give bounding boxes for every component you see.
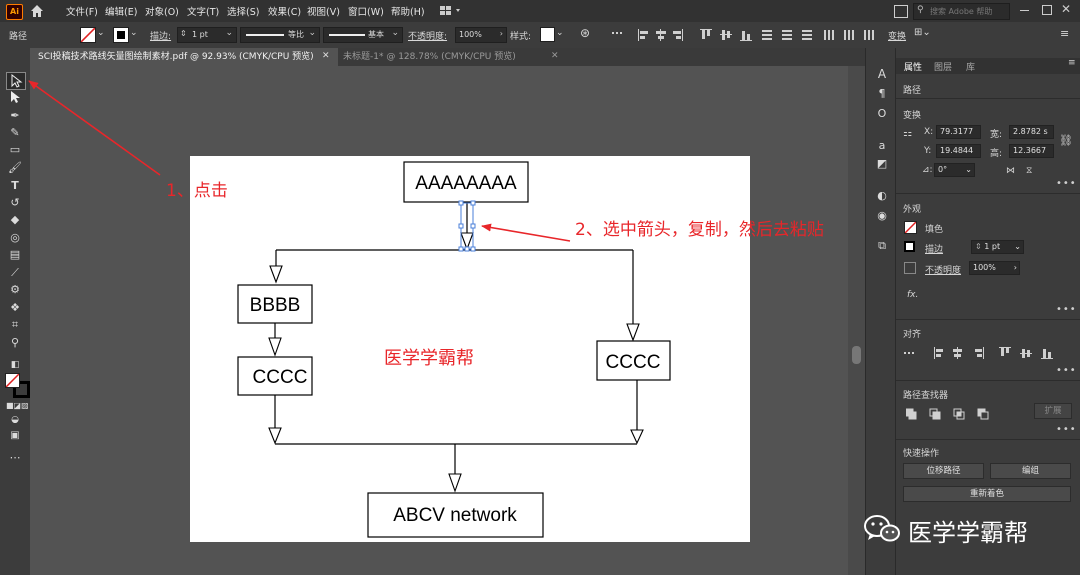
x-input[interactable]: 79.3177 <box>936 125 981 139</box>
annotation-arrow-2 <box>481 223 571 242</box>
stroke-label-panel[interactable]: 描边 <box>925 242 943 255</box>
y-label: Y: <box>924 146 932 156</box>
constrain-proportions-icon[interactable]: ⛓ <box>1059 134 1073 147</box>
y-input[interactable]: 19.4844 <box>936 144 981 158</box>
flip-horizontal-icon[interactable]: ⋈ <box>1006 166 1015 176</box>
recolor-button[interactable]: 重新着色 <box>903 486 1071 502</box>
gradient-panel-icon[interactable]: ◐ <box>873 188 891 204</box>
top-box-text: AAAAAAAA <box>415 173 517 194</box>
annotation-step-2: 2、选中箭头，复制，然后去粘贴 <box>575 220 824 240</box>
path-label: 路径 <box>903 86 922 96</box>
vertical-scrollbar[interactable] <box>848 66 865 575</box>
pathfinder-more-icon[interactable]: ••• <box>1056 424 1077 435</box>
transform-title: 变换 <box>903 111 922 121</box>
opentype-panel-icon[interactable]: O <box>873 106 891 122</box>
panel-icon-strip: A ¶ O a ◩ ◐ ◉ ⧉ <box>865 48 896 575</box>
opacity-panel-input[interactable]: 100% › <box>969 261 1020 275</box>
scroll-thumb[interactable] <box>852 346 861 364</box>
fill-swatch-panel[interactable] <box>904 221 917 234</box>
align-title: 对齐 <box>903 330 922 340</box>
properties-panel: 属性 图层 库 ≡ 路径 变换 ⚏ X: 79.3177 宽: 2.8782 s… <box>895 48 1080 575</box>
left-box-1-text: BBBB <box>250 295 301 316</box>
center-label: 医学学霸帮 <box>384 348 474 369</box>
pathfinder-title: 路径查找器 <box>903 391 949 401</box>
wechat-icon <box>864 515 900 542</box>
arrowhead[interactable] <box>268 427 282 445</box>
bottom-box-text: ABCV network <box>393 505 517 526</box>
transform-more-icon[interactable]: ••• <box>1056 178 1077 189</box>
selected-arrow[interactable] <box>458 200 476 252</box>
x-label: X: <box>924 127 934 137</box>
stroke-swatch-panel[interactable] <box>904 241 915 252</box>
right-box-text: CCCC <box>606 352 661 373</box>
layers-panel-icon[interactable]: ⧉ <box>873 238 891 254</box>
reference-point-icon[interactable]: ⚏ <box>903 128 912 139</box>
panel-tabbar <box>896 58 1080 74</box>
paragraph-panel-icon[interactable]: ¶ <box>873 86 891 102</box>
annotation-arrow-1 <box>28 80 161 176</box>
appearance-more-icon[interactable]: ••• <box>1056 304 1077 315</box>
annotation-step-1: 1、点击 <box>166 181 228 201</box>
glyphs-panel-icon[interactable]: a <box>873 138 891 154</box>
watermark: 医学学霸帮 <box>862 510 1062 547</box>
opacity-swatch-icon[interactable] <box>904 262 916 274</box>
arrowhead[interactable] <box>630 429 644 445</box>
appearance-title: 外观 <box>903 205 922 215</box>
fx-icon[interactable]: fx. <box>907 290 918 300</box>
pathfinder-buttons[interactable] <box>905 408 996 420</box>
arrowhead[interactable] <box>626 323 640 342</box>
h-label: 高: <box>990 149 1003 159</box>
transparency-panel-icon[interactable]: ◩ <box>873 156 891 172</box>
tab-libraries[interactable]: 库 <box>966 60 975 73</box>
opacity-label-panel[interactable]: 不透明度 <box>925 263 961 276</box>
height-input[interactable]: 12.3667 <box>1009 144 1054 158</box>
watermark-text: 医学学霸帮 <box>908 519 1028 547</box>
arrowhead[interactable] <box>269 265 283 284</box>
stroke-weight-panel-input[interactable]: ⇕ 1 pt ⌄ <box>971 240 1024 254</box>
offset-path-button[interactable]: 位移路径 <box>903 463 984 479</box>
quick-actions-title: 快速操作 <box>903 449 940 459</box>
tab-properties[interactable]: 属性 <box>904 60 922 73</box>
align-more-icon[interactable]: ••• <box>1056 365 1077 376</box>
group-button[interactable]: 编组 <box>990 463 1071 479</box>
expand-button[interactable]: 扩展 <box>1034 403 1072 419</box>
flip-vertical-icon[interactable]: ⧖ <box>1026 166 1032 176</box>
width-input[interactable]: 2.8782 s <box>1009 125 1054 139</box>
w-label: 宽: <box>990 130 1003 140</box>
angle-input[interactable]: 0° ⌄ <box>934 163 975 177</box>
left-box-2-text: CCCC <box>253 367 308 388</box>
fill-label: 填色 <box>925 225 944 235</box>
angle-label: ⊿: <box>922 165 933 175</box>
panel-menu-icon[interactable]: ≡ <box>1068 58 1076 68</box>
tab-layers[interactable]: 图层 <box>934 60 952 73</box>
align-buttons-panel[interactable] <box>904 347 1064 359</box>
character-panel-icon[interactable]: A <box>873 66 891 82</box>
appearance-panel-icon[interactable]: ◉ <box>873 208 891 224</box>
arrowhead[interactable] <box>448 473 462 493</box>
arrowhead[interactable] <box>268 337 282 357</box>
